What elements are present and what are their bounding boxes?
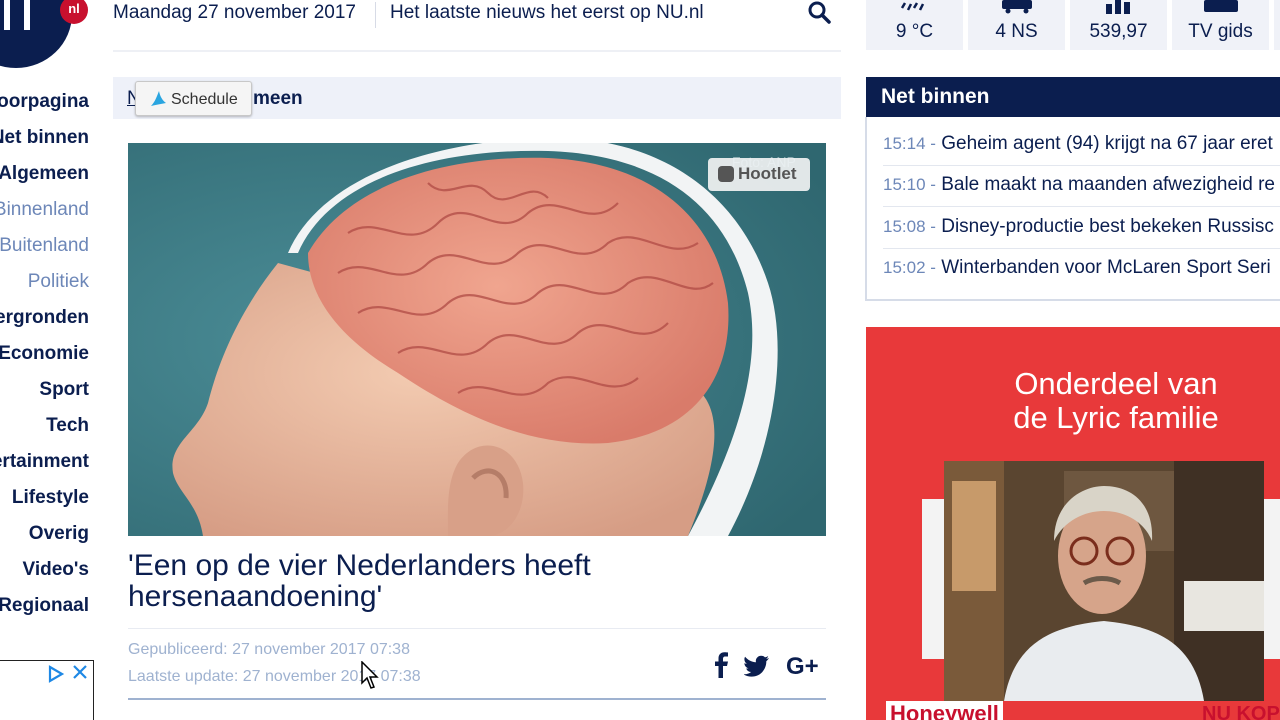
top-bar-divider (375, 2, 376, 28)
tv-widget[interactable]: TV gids (1172, 0, 1269, 50)
nav-item-entertainment[interactable]: Entertainment (0, 448, 89, 484)
nav-item-binnenland[interactable]: Binnenland (0, 196, 89, 232)
current-date: Maandag 27 november 2017 (113, 2, 356, 23)
widget-overflow (1274, 0, 1280, 50)
schedule-label: Schedule (171, 91, 238, 108)
train-icon (1002, 0, 1032, 14)
item-headline: Geheim agent (94) krijgt na 67 jaar eret (941, 133, 1273, 154)
train-value: 4 NS (995, 21, 1038, 42)
nav-item-achtergronden[interactable]: Achtergronden (0, 304, 89, 340)
net-binnen-item[interactable]: 15:14 - Geheim agent (94) krijgt na 67 j… (883, 133, 1280, 155)
item-headline: Winterbanden voor McLaren Sport Seri (941, 257, 1271, 278)
nu-logo[interactable]: nl (0, 0, 88, 68)
tv-value: TV gids (1188, 21, 1253, 42)
nav-item-regionaal[interactable]: Regionaal (0, 592, 89, 628)
buffer-bird-icon (151, 91, 166, 106)
net-binnen-list: 15:14 - Geheim agent (94) krijgt na 67 j… (865, 117, 1280, 301)
nav-item-sport[interactable]: Sport (0, 376, 89, 412)
net-binnen-title: Net binnen (881, 85, 990, 108)
schedule-button[interactable]: Schedule (135, 81, 252, 116)
article-headline: 'Een op de vier Nederlanders heeft herse… (128, 549, 591, 613)
webcam-overlay (944, 461, 1264, 701)
ad-line-2: de Lyric familie (1013, 400, 1219, 435)
nav-item-politiek[interactable]: Politiek (0, 268, 89, 304)
breadcrumb-section[interactable]: meen (253, 88, 303, 110)
item-time: 15:02 - (883, 258, 936, 277)
item-time: 15:08 - (883, 217, 936, 236)
nav-item-net-binnen[interactable]: Net binnen (0, 124, 89, 160)
stocks-value: 539,97 (1089, 21, 1148, 42)
meta-divider (128, 628, 826, 629)
nav-item-voorpagina[interactable]: Voorpagina (0, 88, 89, 124)
section-nav: Voorpagina Net binnen Algemeen Binnenlan… (0, 88, 89, 628)
ad-brand: Honeywell (886, 701, 1003, 720)
nav-item-tech[interactable]: Tech (0, 412, 89, 448)
tagline: Het laatste nieuws het eerst op NU.nl (390, 2, 704, 23)
article-image[interactable] (128, 143, 826, 536)
adchoices-icon[interactable] (47, 665, 65, 683)
ad-line-1: Onderdeel van (1014, 366, 1218, 401)
svg-text:G+: G+ (786, 653, 819, 678)
item-headline: Disney-productie best bekeken Russisc (941, 216, 1274, 237)
weather-value: 9 °C (895, 21, 934, 42)
net-binnen-item[interactable]: 15:10 - Bale maakt na maanden afwezighei… (883, 174, 1280, 196)
published-date: Gepubliceerd: 27 november 2017 07:38 (128, 641, 410, 658)
weather-icon (900, 2, 925, 11)
stocks-icon (1106, 0, 1130, 14)
twitter-icon[interactable] (744, 652, 770, 678)
photo-credit: Foto: ANP (732, 154, 796, 170)
net-binnen-item[interactable]: 15:02 - Winterbanden voor McLaren Sport … (883, 257, 1280, 279)
item-time: 15:14 - (883, 134, 936, 153)
item-time: 15:10 - (883, 175, 936, 194)
top-bar: Maandag 27 november 2017 Het laatste nie… (113, 0, 841, 52)
nav-item-overig[interactable]: Overig (0, 520, 89, 556)
logo-badge: nl (60, 0, 88, 24)
search-icon[interactable] (807, 0, 831, 26)
facebook-icon[interactable] (712, 652, 730, 678)
article-divider (128, 698, 826, 700)
list-divider (883, 206, 1280, 207)
brain-model-image (128, 143, 826, 536)
nav-item-buitenland[interactable]: Buitenland (0, 232, 89, 268)
close-icon[interactable] (71, 663, 89, 681)
net-binnen-item[interactable]: 15:08 - Disney-productie best bekeken Ru… (883, 216, 1280, 238)
stocks-widget[interactable]: 539,97 (1070, 0, 1167, 50)
google-plus-icon[interactable]: G+ (786, 652, 822, 678)
logo-mark (4, 0, 30, 30)
ad-choices-box (0, 660, 94, 720)
nav-item-algemeen[interactable]: Algemeen (0, 160, 89, 196)
ad-cta: NU KOP (1202, 703, 1280, 720)
list-divider (883, 165, 1280, 166)
nav-item-videos[interactable]: Video's (0, 556, 89, 592)
tv-icon (1204, 0, 1238, 12)
train-widget[interactable]: 4 NS (968, 0, 1065, 50)
nav-item-lifestyle[interactable]: Lifestyle (0, 484, 89, 520)
net-binnen-header: Net binnen (866, 77, 1280, 117)
presenter-video (944, 461, 1264, 701)
weather-widget[interactable]: 9 °C (866, 0, 963, 50)
nav-item-economie[interactable]: Economie (0, 340, 89, 376)
item-headline: Bale maakt na maanden afwezigheid re (941, 174, 1275, 195)
mouse-cursor-icon (361, 661, 379, 689)
list-divider (883, 248, 1280, 249)
